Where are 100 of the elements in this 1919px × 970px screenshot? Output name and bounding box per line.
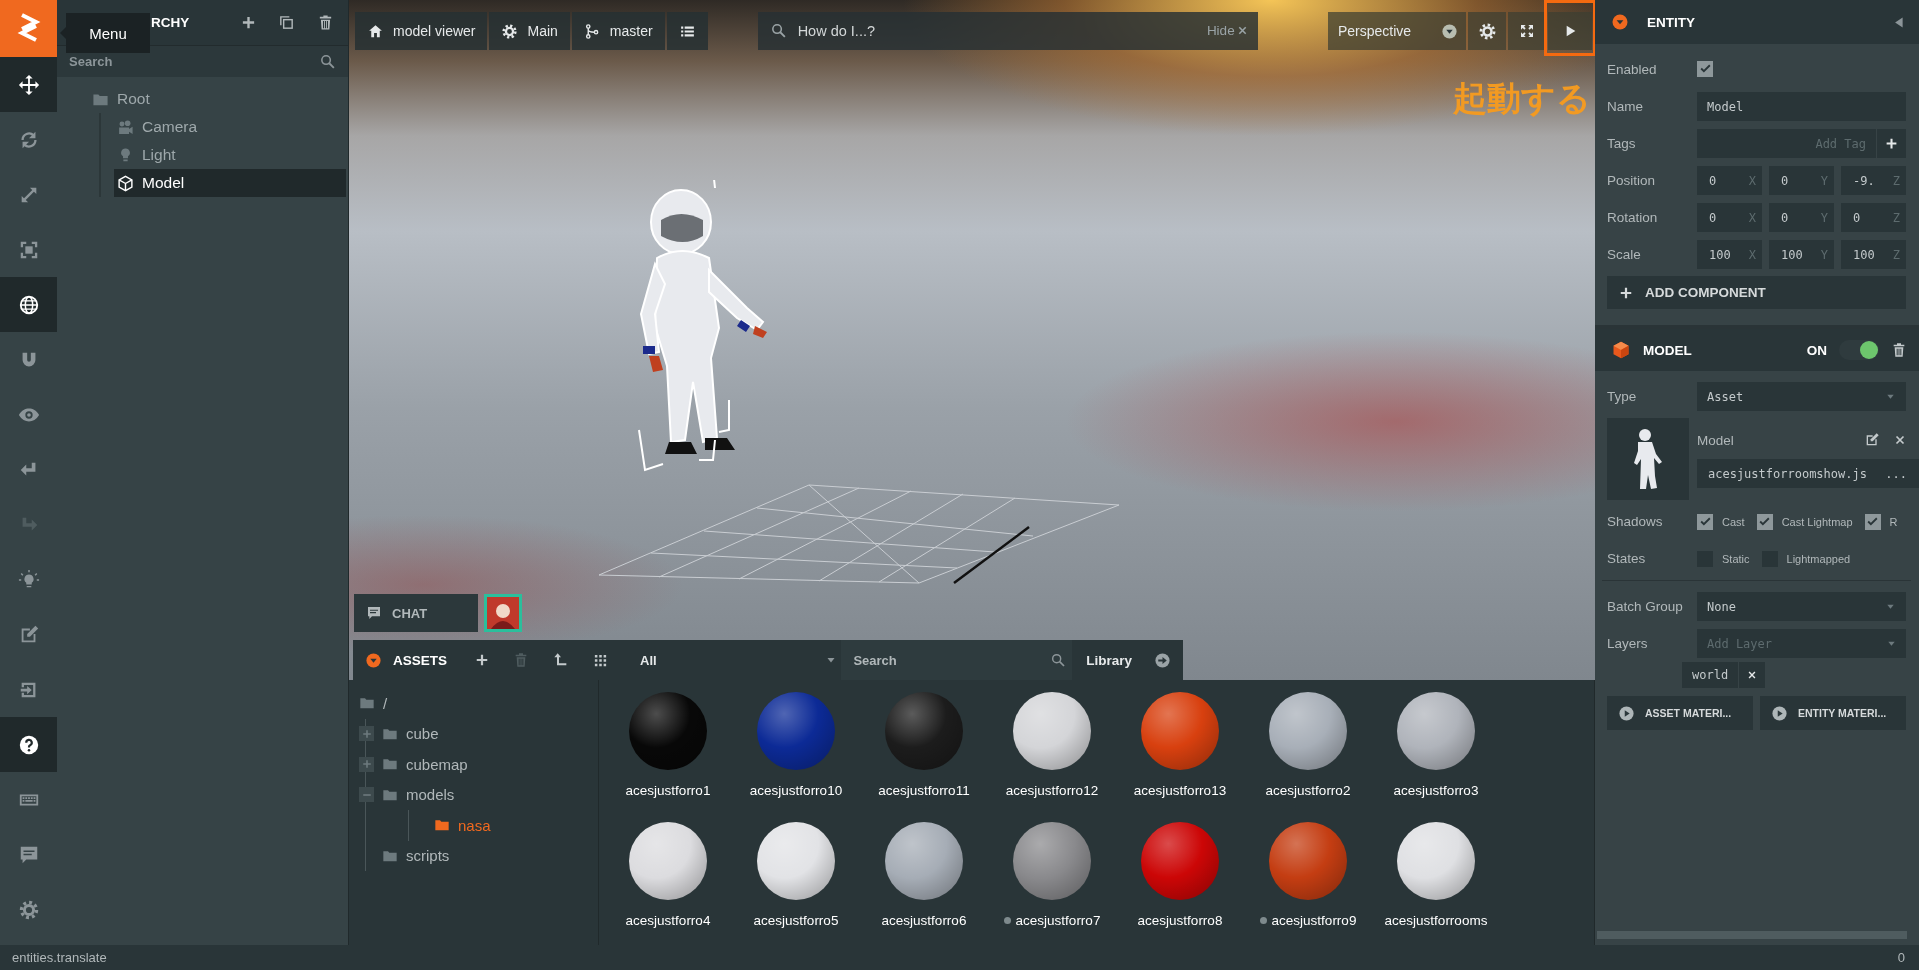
material-asset[interactable]: acesjustforro7 bbox=[988, 822, 1116, 945]
material-asset[interactable]: acesjustforro12 bbox=[988, 692, 1116, 822]
settings-icon bbox=[1477, 21, 1497, 41]
hierarchy-item[interactable]: Model bbox=[114, 169, 346, 197]
name-field[interactable]: Model bbox=[1697, 92, 1906, 121]
hide-button[interactable]: Hide bbox=[1206, 23, 1248, 38]
folder-item[interactable]: models bbox=[359, 779, 598, 810]
folder-item[interactable]: nasa bbox=[402, 810, 598, 841]
caret-icon bbox=[365, 651, 382, 669]
grid-icon bbox=[593, 652, 608, 668]
folder-item[interactable]: / bbox=[359, 688, 598, 719]
settings-button[interactable] bbox=[1468, 12, 1506, 50]
material-asset[interactable]: acesjustforro1 bbox=[604, 692, 732, 822]
enabled-checkbox[interactable] bbox=[1697, 60, 1713, 77]
option-label: Lightmapped bbox=[1786, 552, 1851, 565]
panel-title: MODEL bbox=[1643, 342, 1693, 358]
delete-component-button[interactable] bbox=[1891, 342, 1907, 358]
help-tool-button[interactable] bbox=[0, 717, 57, 772]
menu-button[interactable] bbox=[666, 12, 708, 50]
asset-name: acesjustforro5 bbox=[753, 913, 839, 928]
trash-icon bbox=[1891, 342, 1907, 358]
asset-name: acesjustforro12 bbox=[1005, 783, 1099, 798]
home-button[interactable]: model viewer bbox=[355, 12, 488, 50]
expand-button[interactable] bbox=[359, 756, 374, 772]
layer-tag: world bbox=[1682, 662, 1766, 688]
asset-file-field[interactable]: acesjustforroomshow.js ... bbox=[1697, 459, 1919, 488]
grid-view-button[interactable] bbox=[593, 652, 608, 668]
globe-icon bbox=[17, 293, 40, 316]
asset-name: acesjustforro1 bbox=[625, 783, 711, 798]
launch-button[interactable] bbox=[1548, 12, 1592, 50]
browse-button[interactable]: ... bbox=[1879, 466, 1913, 481]
caret-icon bbox=[1611, 13, 1629, 31]
horizontal-scrollbar[interactable] bbox=[1597, 931, 1907, 939]
hierarchy-item[interactable]: Root bbox=[89, 85, 346, 113]
field-label: Model bbox=[1697, 432, 1735, 448]
hierarchy-item[interactable]: Light bbox=[114, 141, 346, 169]
option-label: Static bbox=[1722, 552, 1750, 565]
option-label: R bbox=[1889, 515, 1898, 528]
folder-item[interactable]: scripts bbox=[359, 840, 598, 871]
batch-group-dropdown[interactable]: None bbox=[1697, 592, 1906, 621]
search-icon bbox=[1050, 652, 1067, 668]
add-asset-button[interactable] bbox=[475, 653, 489, 667]
remove-asset-button[interactable] bbox=[1894, 434, 1906, 446]
hierarchy-item[interactable]: Camera bbox=[114, 113, 346, 141]
checkbox[interactable] bbox=[1697, 513, 1713, 530]
user-avatar[interactable] bbox=[484, 594, 522, 632]
close-icon bbox=[1894, 434, 1906, 446]
material-button[interactable]: ASSET MATERI... bbox=[1607, 696, 1753, 730]
option-label: Cast Lightmap bbox=[1781, 515, 1853, 528]
enable-toggle[interactable] bbox=[1839, 340, 1879, 360]
trash-icon bbox=[317, 14, 334, 31]
fullscreen-button[interactable] bbox=[1508, 12, 1546, 50]
expand-button[interactable] bbox=[359, 726, 374, 742]
play-circle-icon bbox=[1618, 704, 1635, 722]
search-field[interactable]: Search bbox=[57, 46, 348, 77]
up-folder-button[interactable] bbox=[553, 652, 569, 668]
up-arrow-icon bbox=[553, 652, 569, 668]
material-asset[interactable]: acesjustforro5 bbox=[732, 822, 860, 945]
close-icon bbox=[1236, 25, 1248, 36]
trash-icon bbox=[513, 652, 529, 668]
material-asset[interactable]: acesjustforro11 bbox=[860, 692, 988, 822]
move-tool-button[interactable] bbox=[0, 57, 57, 112]
add-component-button[interactable]: ADD COMPONENT bbox=[1607, 276, 1906, 309]
material-asset[interactable]: acesjustforro6 bbox=[860, 822, 988, 945]
panel-title: ENTITY bbox=[1647, 14, 1696, 30]
library-button[interactable]: Library bbox=[1086, 651, 1171, 669]
filter-dropdown[interactable]: All bbox=[640, 640, 842, 680]
field-label: Position bbox=[1607, 173, 1657, 188]
material-asset[interactable]: acesjustforro3 bbox=[1372, 692, 1500, 822]
folder-item[interactable]: cubemap bbox=[359, 749, 598, 780]
checkbox[interactable] bbox=[1864, 513, 1881, 530]
folder-item[interactable]: cube bbox=[359, 718, 598, 749]
globe-tool-button[interactable] bbox=[0, 277, 57, 332]
plus-icon bbox=[475, 653, 489, 667]
asset-name: acesjustforro4 bbox=[625, 913, 711, 928]
checkbox[interactable] bbox=[1756, 513, 1773, 530]
camera-icon bbox=[117, 118, 134, 136]
material-asset[interactable]: acesjustforro13 bbox=[1116, 692, 1244, 822]
material-asset[interactable]: acesjustforro10 bbox=[732, 692, 860, 822]
material-asset[interactable]: acesjustforrooms bbox=[1372, 822, 1500, 945]
material-button[interactable]: ENTITY MATERI... bbox=[1760, 696, 1906, 730]
plus-icon bbox=[241, 15, 256, 30]
edit-asset-button[interactable] bbox=[1864, 432, 1880, 448]
camera-dropdown[interactable]: Perspective bbox=[1328, 12, 1466, 50]
type-dropdown[interactable]: Asset bbox=[1697, 382, 1906, 411]
material-asset[interactable]: acesjustforro9 bbox=[1244, 822, 1372, 945]
asset-search-field[interactable]: Search bbox=[841, 640, 1073, 680]
copy-icon bbox=[278, 14, 295, 31]
gear-button[interactable]: Main bbox=[489, 12, 570, 50]
help-icon bbox=[17, 733, 40, 756]
toggle-label: ON bbox=[1806, 342, 1827, 358]
collapse-button[interactable] bbox=[359, 787, 374, 803]
material-asset[interactable]: acesjustforro8 bbox=[1116, 822, 1244, 945]
chat-button[interactable]: CHAT bbox=[354, 594, 478, 632]
add-tag-button[interactable] bbox=[1877, 129, 1906, 158]
branch-button[interactable]: master bbox=[571, 12, 665, 50]
material-asset[interactable]: acesjustforro4 bbox=[604, 822, 732, 945]
check-icon bbox=[1698, 515, 1712, 528]
caret-icon bbox=[1441, 22, 1458, 40]
material-asset[interactable]: acesjustforro2 bbox=[1244, 692, 1372, 822]
